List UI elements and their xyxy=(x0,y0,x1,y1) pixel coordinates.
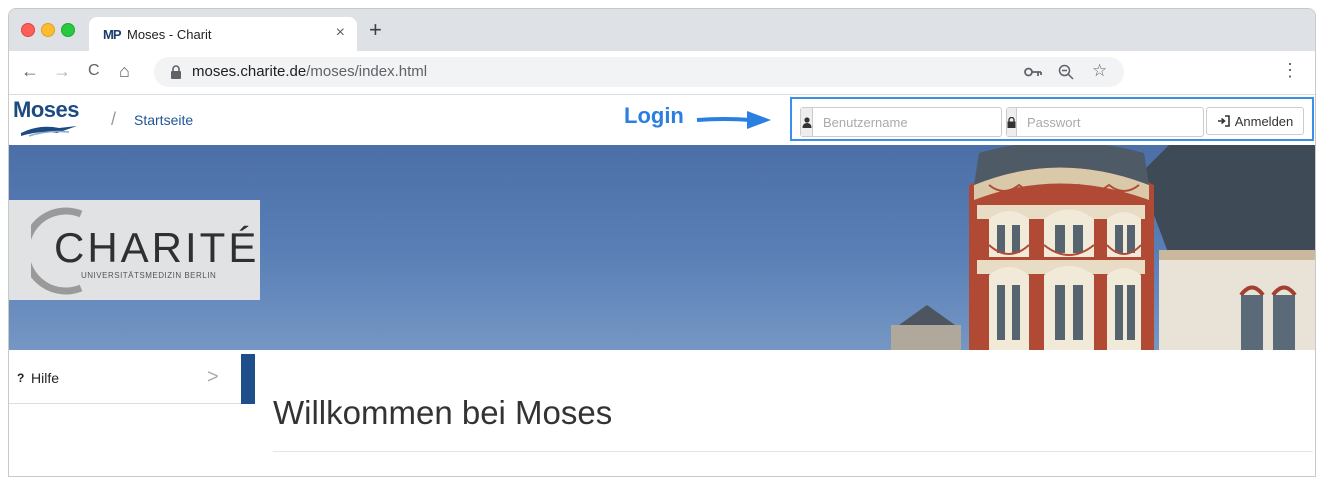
sign-in-icon xyxy=(1217,115,1230,127)
browser-toolbar: ← → C ⌂ moses.charite.de/moses/index.htm… xyxy=(9,51,1315,95)
lock-icon xyxy=(171,65,181,79)
password-group xyxy=(1006,107,1205,137)
key-icon[interactable] xyxy=(1024,65,1042,79)
user-icon xyxy=(801,108,813,136)
password-input[interactable] xyxy=(1017,108,1205,136)
tab-strip: MP Moses - Charit × + xyxy=(9,9,1315,51)
maximize-window-button[interactable] xyxy=(61,23,75,37)
star-icon[interactable]: ☆ xyxy=(1092,61,1107,81)
sidebar-item-label: Hilfe xyxy=(31,370,60,386)
browser-menu-icon[interactable]: ⋮ xyxy=(1281,60,1299,81)
browser-window: MP Moses - Charit × + ← → C ⌂ moses.char… xyxy=(8,8,1316,477)
username-group xyxy=(800,107,1002,137)
browser-tab[interactable]: MP Moses - Charit × xyxy=(89,17,357,51)
sidebar-item-hilfe[interactable]: ? Hilfe > xyxy=(9,354,241,404)
home-icon[interactable]: ⌂ xyxy=(119,60,130,82)
favicon-icon: MP xyxy=(103,27,121,42)
breadcrumb-startseite[interactable]: Startseite xyxy=(134,112,193,128)
annotation-arrow-icon xyxy=(696,111,771,129)
address-bar[interactable]: moses.charite.de/moses/index.html ☆ xyxy=(154,57,1124,87)
login-button-label: Anmelden xyxy=(1234,113,1294,129)
question-icon: ? xyxy=(17,371,25,385)
moses-logo[interactable]: Moses xyxy=(13,97,83,141)
site-header: Moses / Startseite Login Benutzername An… xyxy=(9,95,1315,145)
username-input[interactable] xyxy=(813,108,1001,136)
divider xyxy=(273,451,1313,452)
login-annotation: Login xyxy=(624,103,684,128)
breadcrumb-separator: / xyxy=(111,109,117,129)
new-tab-button[interactable]: + xyxy=(369,19,382,41)
zoom-icon[interactable] xyxy=(1058,64,1074,80)
back-icon[interactable]: ← xyxy=(21,60,39,82)
minimize-window-button[interactable] xyxy=(41,23,55,37)
close-window-button[interactable] xyxy=(21,23,35,37)
logo-wave-icon xyxy=(21,126,77,137)
charite-logo: CHARITÉ UNIVERSITÄTSMEDIZIN BERLIN xyxy=(9,200,260,300)
lock-icon xyxy=(1007,108,1017,136)
login-button[interactable]: Anmelden xyxy=(1206,107,1304,135)
url-text: moses.charite.de/moses/index.html xyxy=(192,63,428,80)
charite-wordmark: CHARITÉ xyxy=(54,224,260,271)
hero-banner: CHARITÉ UNIVERSITÄTSMEDIZIN BERLIN xyxy=(9,145,1315,350)
tab-close-icon[interactable]: × xyxy=(336,24,345,42)
chevron-right-icon: > xyxy=(207,366,219,388)
sidebar-accent-bar xyxy=(241,354,255,404)
charite-subtitle: UNIVERSITÄTSMEDIZIN BERLIN xyxy=(81,271,217,280)
reload-icon[interactable]: C xyxy=(88,60,100,82)
tab-title: Moses - Charit xyxy=(127,27,212,42)
login-form: Anmelden xyxy=(790,97,1314,141)
page-title: Willkommen bei Moses xyxy=(273,394,613,431)
building-image xyxy=(891,145,1315,350)
forward-icon[interactable]: → xyxy=(53,60,71,82)
